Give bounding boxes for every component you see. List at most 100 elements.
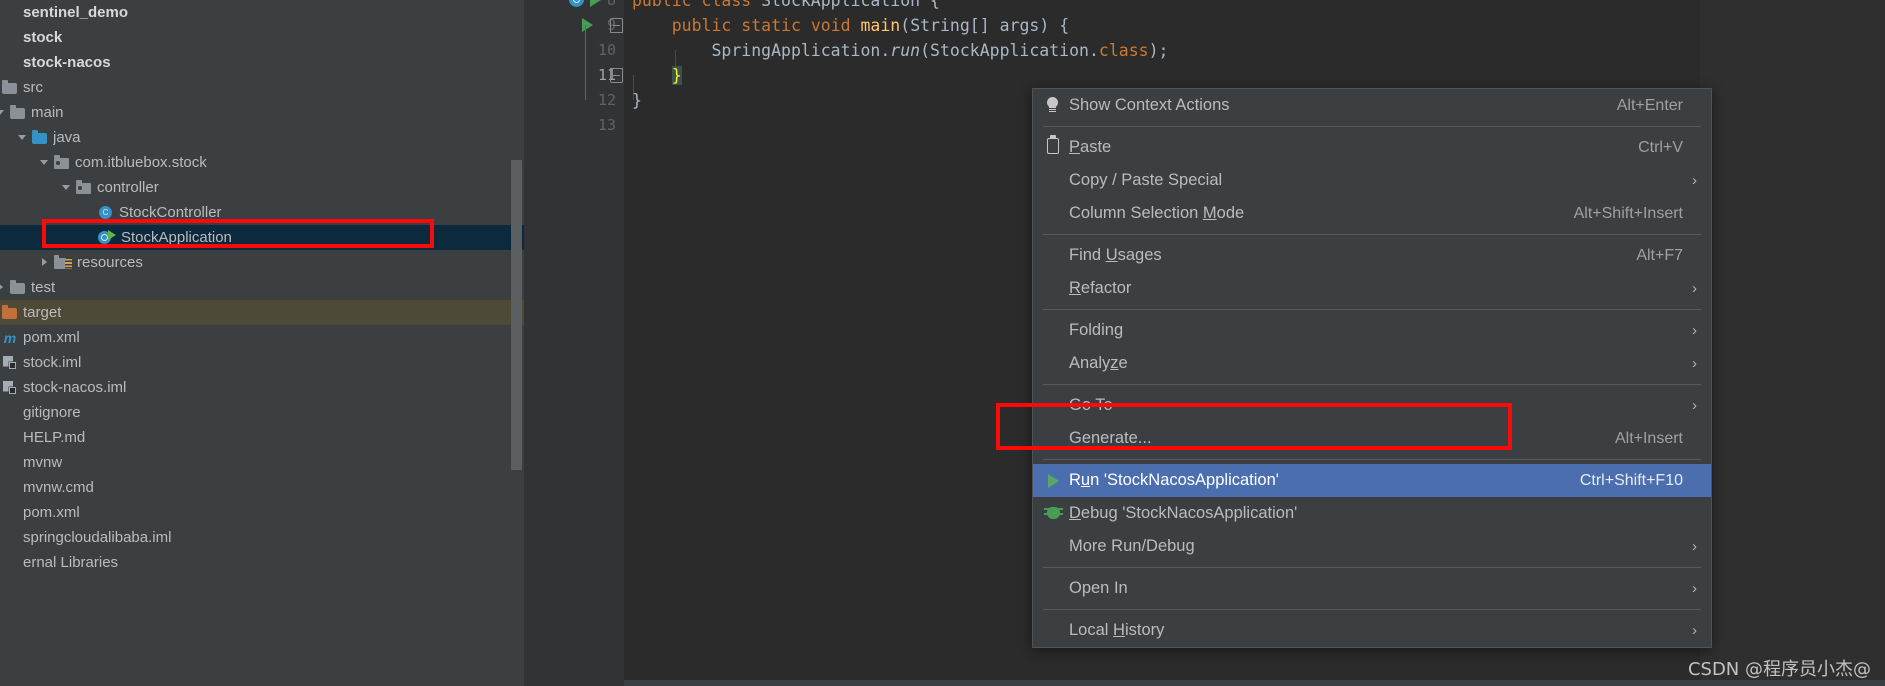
fold-region-line (585, 25, 586, 100)
watermark: CSDN @程序员小杰@ (1687, 659, 1871, 680)
debug-icon (1039, 497, 1069, 530)
chevron-right-icon[interactable] (38, 256, 51, 269)
run-icon[interactable] (582, 18, 593, 32)
tree-item-controller[interactable]: controller (0, 175, 524, 200)
run-icon (1039, 464, 1069, 497)
tree-item-stock-nacos[interactable]: stock-nacos (0, 50, 524, 75)
tree-item-label: java (53, 129, 81, 146)
source-folder-icon (32, 130, 48, 144)
menu-item-find-usages[interactable]: Find Usages Alt+F7 (1033, 239, 1711, 272)
editor-context-menu[interactable]: Show Context Actions Alt+Enter Paste Ctrl+V… (1032, 88, 1712, 648)
menu-item-shortcut: Alt+Shift+Insert (1573, 205, 1683, 222)
code-line-9[interactable]: public static void main(String[] args) { (632, 13, 1069, 38)
tree-item-help-md[interactable]: HELP.md (0, 425, 524, 450)
menu-item-open-in[interactable]: Open In › (1033, 572, 1711, 605)
menu-item-go-to[interactable]: Go To › (1033, 389, 1711, 422)
menu-separator (1043, 384, 1701, 385)
project-tree[interactable]: sentinel_demo stock stock-nacos src main java… (0, 0, 524, 575)
tree-item-pom-xml[interactable]: m pom.xml (0, 325, 524, 350)
tree-item-java[interactable]: java (0, 125, 524, 150)
tree-item-label: src (23, 79, 43, 96)
menu-item-label: Go To (1069, 396, 1113, 414)
tree-item-label: pom.xml (23, 329, 80, 346)
tree-item-stock-nacos-iml[interactable]: stock-nacos.iml (0, 375, 524, 400)
resources-folder-icon (54, 255, 72, 269)
package-icon (76, 180, 92, 194)
no-icon (1039, 530, 1069, 563)
menu-item-analyze[interactable]: Analyze › (1033, 347, 1711, 380)
tree-item-stockapplication[interactable]: StockApplication (0, 225, 524, 250)
menu-item-local-history[interactable]: Local History › (1033, 614, 1711, 647)
tree-item-stock-iml[interactable]: stock.iml (0, 350, 524, 375)
no-icon (1039, 572, 1069, 605)
tree-item-ernal-libraries[interactable]: ernal Libraries (0, 550, 524, 575)
no-icon (1039, 614, 1069, 647)
menu-item-shortcut: Alt+Insert (1614, 430, 1683, 447)
fold-region-start-icon[interactable] (610, 18, 623, 33)
menu-item-more-run-debug[interactable]: More Run/Debug › (1033, 530, 1711, 563)
menu-item-debug-stocknacosapplication[interactable]: Debug 'StockNacosApplication' (1033, 497, 1711, 530)
menu-item-label: Folding (1069, 321, 1124, 339)
tree-item-springcloudalibaba-iml[interactable]: springcloudalibaba.iml (0, 525, 524, 550)
tree-item-mvnw-cmd[interactable]: mvnw.cmd (0, 475, 524, 500)
menu-separator (1043, 609, 1701, 610)
tree-item-test[interactable]: test (0, 275, 524, 300)
menu-item-refactor[interactable]: Refactor › (1033, 272, 1711, 305)
tree-item-stock[interactable]: stock (0, 25, 524, 50)
code-line-10[interactable]: SpringApplication.run(StockApplication.c… (632, 38, 1168, 63)
editor-gutter[interactable]: 8 9 10 11 12 13 (524, 0, 624, 686)
tree-item-main[interactable]: main (0, 100, 524, 125)
tree-item-stockcontroller[interactable]: C StockController (0, 200, 524, 225)
menu-item-column-selection-mode[interactable]: Column Selection Mode Alt+Shift+Insert (1033, 197, 1711, 230)
tree-item-label: mvnw (23, 454, 63, 471)
tree-item-sentinel-demo[interactable]: sentinel_demo (0, 0, 524, 25)
run-icon[interactable] (590, 0, 601, 7)
tree-item-label: target (23, 304, 62, 321)
menu-separator (1043, 459, 1701, 460)
no-chevron (82, 206, 95, 219)
tree-item-pom-xml[interactable]: pom.xml (0, 500, 524, 525)
tree-item-label: test (31, 279, 56, 296)
menu-separator (1043, 567, 1701, 568)
menu-item-show-context-actions[interactable]: Show Context Actions Alt+Enter (1033, 89, 1711, 122)
no-icon (1039, 389, 1069, 422)
tree-item-com-itbluebox-stock[interactable]: com.itbluebox.stock (0, 150, 524, 175)
tree-item-label: stock.iml (23, 354, 82, 371)
tree-item-mvnw[interactable]: mvnw (0, 450, 524, 475)
tree-item-gitignore[interactable]: gitignore (0, 400, 524, 425)
menu-item-label: Column Selection Mode (1069, 204, 1245, 222)
project-tool-window[interactable]: sentinel_demo stock stock-nacos src main java… (0, 0, 524, 686)
code-line-11[interactable]: } (632, 63, 682, 88)
no-chevron (82, 231, 95, 244)
tree-item-label: controller (97, 179, 159, 196)
sidebar-vertical-scrollbar[interactable] (511, 160, 522, 470)
tree-item-resources[interactable]: resources (0, 250, 524, 275)
code-line-8[interactable]: public class StockApplication { (632, 0, 940, 13)
module-file-icon (2, 355, 18, 370)
fold-region-end-icon[interactable] (610, 68, 623, 83)
tree-item-target[interactable]: target (0, 300, 524, 325)
tree-item-label: StockApplication (121, 229, 232, 246)
chevron-right-icon: › (1692, 172, 1697, 189)
menu-item-generate[interactable]: Generate... Alt+Insert (1033, 422, 1711, 455)
chevron-right-icon[interactable] (0, 281, 7, 294)
chevron-down-icon[interactable] (0, 106, 7, 119)
menu-item-run-stocknacosapplication[interactable]: Run 'StockNacosApplication' Ctrl+Shift+F1… (1033, 464, 1711, 497)
no-icon (1039, 239, 1069, 272)
gutter-line-number: 10 (597, 41, 616, 59)
gutter-line-number: 9 (606, 16, 616, 34)
clipboard-icon (1039, 131, 1069, 164)
code-line-12[interactable]: } (632, 88, 642, 113)
tree-item-label: resources (77, 254, 143, 271)
chevron-down-icon[interactable] (60, 181, 73, 194)
tree-item-label: stock-nacos (23, 54, 111, 71)
chevron-right-icon: › (1692, 280, 1697, 297)
chevron-down-icon[interactable] (38, 156, 51, 169)
chevron-down-icon[interactable] (16, 131, 29, 144)
tree-item-label: gitignore (23, 404, 81, 421)
menu-item-folding[interactable]: Folding › (1033, 314, 1711, 347)
tree-item-src[interactable]: src (0, 75, 524, 100)
menu-item-paste[interactable]: Paste Ctrl+V (1033, 131, 1711, 164)
menu-item-copy-paste-special[interactable]: Copy / Paste Special › (1033, 164, 1711, 197)
menu-item-label: Paste (1069, 138, 1112, 156)
